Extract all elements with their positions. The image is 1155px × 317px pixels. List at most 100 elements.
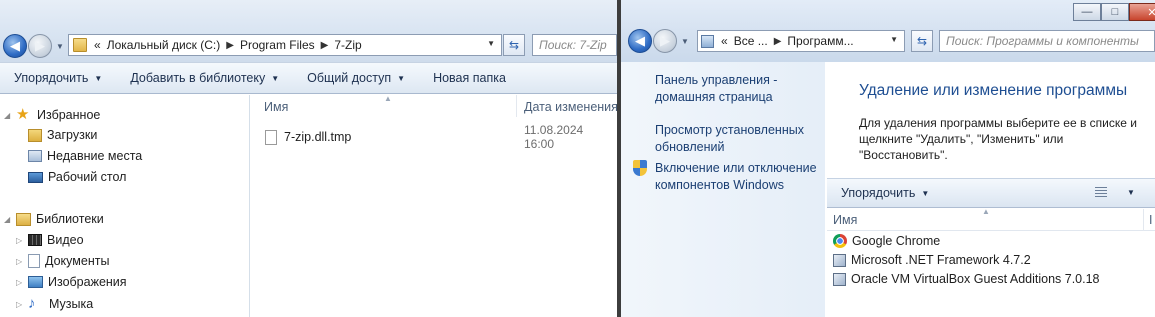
nav-pictures[interactable]: ▷ Изображения — [16, 275, 127, 289]
address-segment-program-files[interactable]: Program Files — [240, 38, 315, 52]
nav-downloads[interactable]: Загрузки — [28, 128, 97, 142]
expand-icon[interactable]: ▷ — [16, 278, 26, 287]
programs-main: Удаление или изменение программы Для уда… — [827, 62, 1155, 317]
chevron-right-icon[interactable]: ▶ — [774, 36, 782, 47]
nav-music[interactable]: ▷ ♪ Музыка — [16, 296, 93, 312]
program-row[interactable]: Oracle VM VirtualBox Guest Additions 7.0… — [833, 272, 1100, 286]
chevron-down-icon: ▼ — [1127, 187, 1135, 197]
column-header-date-modified[interactable]: Дата изменения — [524, 100, 617, 114]
recent-pages-dropdown[interactable]: ▼ — [56, 42, 64, 51]
chevron-right-icon[interactable]: ▶ — [226, 40, 234, 51]
address-history-dropdown[interactable]: ▼ — [890, 35, 898, 44]
chrome-icon — [833, 234, 847, 248]
nav-video[interactable]: ▷ Видео — [16, 233, 84, 247]
libraries-icon — [16, 212, 31, 226]
collapse-icon[interactable]: ◢ — [4, 215, 14, 224]
documents-library-icon — [28, 254, 40, 268]
maximize-button[interactable]: □ — [1101, 3, 1129, 21]
chevron-down-icon: ▼ — [271, 73, 280, 83]
details-view-icon — [1095, 187, 1107, 197]
nav-documents[interactable]: ▷ Документы — [16, 254, 109, 268]
nav-favorites[interactable]: ◢ ★ Избранное — [4, 107, 100, 123]
installer-icon — [833, 253, 846, 267]
file-list: ▲ Имя Дата изменения 7-zip.dll.tmp 11.08… — [251, 94, 617, 317]
column-header-publisher[interactable]: I — [1149, 213, 1152, 227]
address-overflow[interactable]: « — [721, 34, 728, 48]
sort-ascending-icon: ▲ — [982, 207, 990, 216]
page-title: Удаление или изменение программы — [859, 82, 1128, 99]
windows-features-link[interactable]: Включение или отключение компонентов Win… — [655, 160, 823, 194]
installer-icon — [833, 272, 846, 286]
nav-recent-places[interactable]: Недавние места — [28, 149, 142, 163]
refresh-button[interactable]: ⇆ — [911, 30, 933, 52]
address-segment-drive[interactable]: Локальный диск (C:) — [107, 38, 221, 52]
nav-desktop[interactable]: Рабочий стол — [28, 170, 126, 184]
explorer-window: ◀ ▶ ▼ « Локальный диск (C:) ▶ Program Fi… — [0, 0, 617, 317]
video-library-icon — [28, 234, 42, 246]
file-row[interactable]: 7-zip.dll.tmp 11.08.2024 16:00 — [265, 123, 615, 151]
pictures-library-icon — [28, 276, 43, 288]
refresh-icon: ⇆ — [508, 38, 520, 52]
new-folder-button[interactable]: Новая папка — [419, 63, 520, 93]
folder-icon — [73, 38, 87, 52]
expand-icon[interactable]: ▷ — [16, 236, 26, 245]
programs-list-header: ▲ Имя I — [827, 207, 1155, 231]
control-panel-window: — □ ✕ ◀ ▶ ▼ « Все ... ▶ Программ... ▼ ⇆ … — [621, 0, 1155, 317]
program-name: Oracle VM VirtualBox Guest Additions 7.0… — [851, 272, 1100, 286]
music-library-icon: ♪ — [28, 295, 36, 312]
view-options-button[interactable]: ▼ — [1095, 187, 1135, 197]
address-segment-programs[interactable]: Программ... — [787, 34, 853, 48]
recent-pages-dropdown[interactable]: ▼ — [681, 37, 689, 46]
address-segment-all[interactable]: Все ... — [734, 34, 768, 48]
file-date: 11.08.2024 16:00 — [524, 123, 584, 151]
forward-button[interactable]: ▶ — [653, 29, 677, 53]
star-icon: ★ — [16, 106, 30, 123]
control-panel-icon — [701, 34, 714, 48]
refresh-icon: ⇆ — [916, 34, 928, 48]
organize-menu[interactable]: Упорядочить ▼ — [827, 179, 943, 207]
back-button[interactable]: ◀ — [628, 29, 652, 53]
address-segment-7zip[interactable]: 7-Zip — [334, 38, 361, 52]
column-header-name[interactable]: Имя — [264, 100, 288, 114]
control-panel-home-link[interactable]: Панель управления - домашняя страница — [655, 72, 820, 106]
search-input[interactable]: Поиск: 7-Zip — [532, 34, 617, 56]
page-description: Для удаления программы выберите ее в спи… — [859, 116, 1137, 162]
collapse-icon[interactable]: ◢ — [4, 111, 14, 120]
program-row[interactable]: Microsoft .NET Framework 4.7.2 — [833, 253, 1031, 267]
address-overflow[interactable]: « — [94, 38, 101, 52]
refresh-button[interactable]: ⇆ — [503, 34, 525, 56]
chevron-down-icon: ▼ — [397, 73, 406, 83]
desktop-icon — [28, 171, 43, 183]
sort-ascending-icon: ▲ — [384, 94, 392, 103]
chevron-down-icon: ▼ — [921, 188, 930, 198]
program-name: Microsoft .NET Framework 4.7.2 — [851, 253, 1031, 267]
recent-places-icon — [28, 150, 42, 162]
add-to-library-menu[interactable]: Добавить в библиотеку ▼ — [116, 63, 293, 93]
nav-libraries[interactable]: ◢ Библиотеки — [4, 212, 104, 226]
address-history-dropdown[interactable]: ▼ — [487, 39, 495, 48]
back-button[interactable]: ◀ — [3, 34, 27, 58]
view-installed-updates-link[interactable]: Просмотр установленных обновлений — [655, 122, 820, 156]
chevron-down-icon: ▼ — [94, 73, 103, 83]
tasks-pane: Панель управления - домашняя страница Пр… — [621, 62, 825, 317]
minimize-button[interactable]: — — [1073, 3, 1101, 21]
program-row[interactable]: Google Chrome — [833, 234, 940, 248]
address-bar[interactable]: « Все ... ▶ Программ... ▼ — [697, 30, 905, 52]
search-input[interactable]: Поиск: Программы и компоненты — [939, 30, 1155, 52]
organize-menu[interactable]: Упорядочить ▼ — [0, 63, 116, 93]
share-menu[interactable]: Общий доступ ▼ — [293, 63, 419, 93]
close-button[interactable]: ✕ — [1129, 3, 1155, 21]
program-name: Google Chrome — [852, 234, 941, 248]
chevron-right-icon[interactable]: ▶ — [321, 40, 329, 51]
column-separator[interactable] — [516, 95, 517, 117]
expand-icon[interactable]: ▷ — [16, 257, 26, 266]
address-bar[interactable]: « Локальный диск (C:) ▶ Program Files ▶ … — [68, 34, 502, 56]
programs-command-bar: Упорядочить ▼ ▼ — [827, 178, 1155, 208]
column-separator[interactable] — [1143, 209, 1144, 231]
column-header-name[interactable]: Имя — [833, 213, 857, 227]
uac-shield-icon — [633, 160, 647, 176]
pane-splitter — [249, 95, 250, 317]
window-caption-buttons: — □ ✕ — [1073, 3, 1155, 21]
expand-icon[interactable]: ▷ — [16, 300, 26, 309]
forward-button[interactable]: ▶ — [28, 34, 52, 58]
